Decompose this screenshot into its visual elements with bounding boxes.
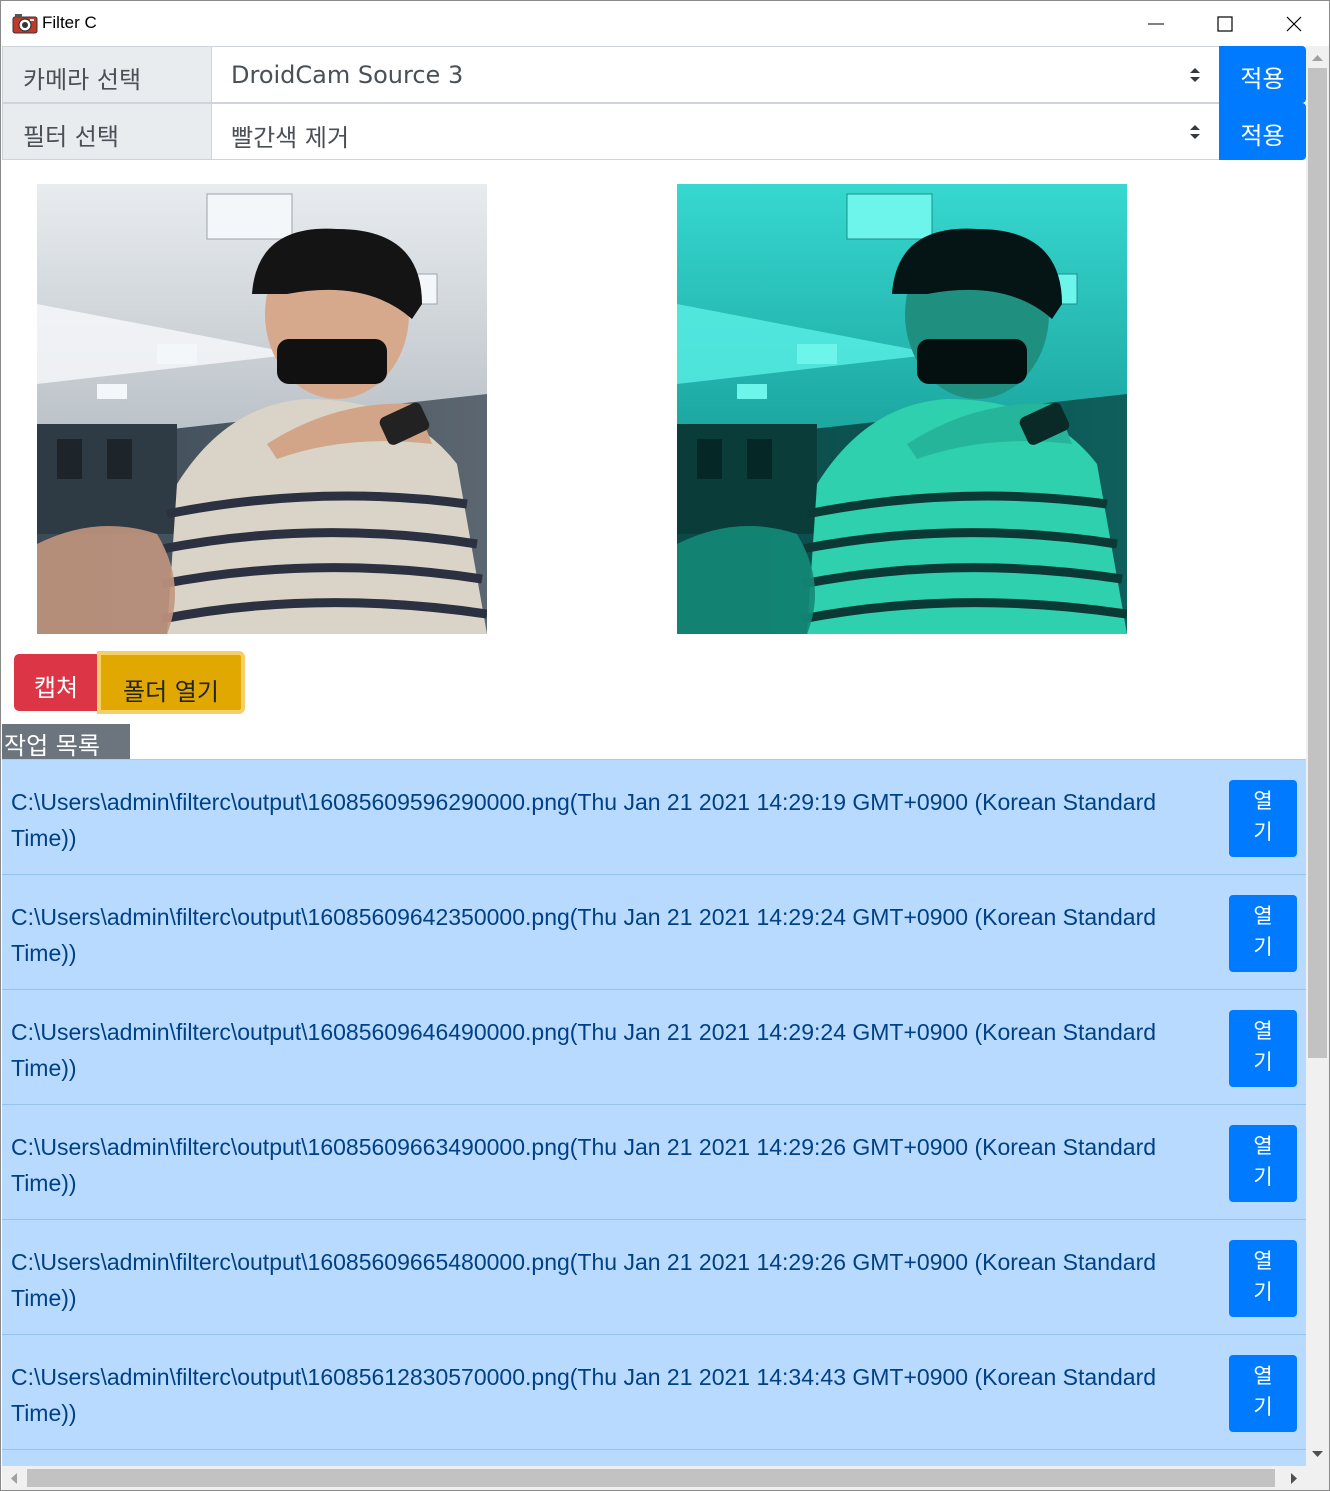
camera-select-group: 카메라 선택 DroidCam Source 3 적용 — [2, 46, 1306, 103]
vertical-scrollbar[interactable] — [1306, 46, 1329, 1466]
list-item: C:\Users\admin\filterc\output\1608560966… — [2, 1219, 1306, 1334]
vertical-scroll-thumb[interactable] — [1308, 68, 1327, 1058]
filter-select-group: 필터 선택 빨간색 제거 적용 — [2, 103, 1306, 160]
filter-select-value: 빨간색 제거 — [231, 124, 350, 152]
horizontal-scrollbar[interactable] — [2, 1466, 1306, 1490]
camera-select[interactable]: DroidCam Source 3 — [211, 46, 1220, 103]
filter-select[interactable]: 빨간색 제거 — [211, 103, 1220, 160]
filter-apply-button[interactable]: 적용 — [1219, 103, 1306, 160]
horizontal-scroll-thumb[interactable] — [27, 1469, 1275, 1487]
scroll-down-arrow-icon[interactable] — [1312, 1450, 1323, 1458]
job-item-text: C:\Users\admin\filterc\output\1608560959… — [11, 789, 1157, 851]
job-list: C:\Users\admin\filterc\output\1608560959… — [2, 759, 1306, 1466]
list-item: C:\Users\admin\filterc\output\1608560959… — [2, 759, 1306, 874]
job-item-text: C:\Users\admin\filterc\output\1608560964… — [11, 904, 1157, 966]
camera-select-label: 카메라 선택 — [2, 46, 212, 103]
job-item-text: C:\Users\admin\filterc\output\1608560964… — [11, 1019, 1157, 1081]
job-list-heading: 작업 목록 — [2, 724, 130, 760]
close-icon — [1286, 16, 1302, 32]
filtered-preview-image — [677, 184, 1127, 634]
list-item: C:\Users\admin\filterc\output\1608560964… — [2, 989, 1306, 1104]
minimize-icon — [1148, 23, 1164, 25]
job-item-text: C:\Users\admin\filterc\output\1608560966… — [11, 1249, 1157, 1311]
camera-select-value: DroidCam Source 3 — [231, 61, 464, 89]
maximize-icon — [1217, 16, 1233, 32]
title-bar[interactable]: Filter C — [1, 1, 1329, 46]
scroll-left-arrow-icon[interactable] — [10, 1473, 18, 1484]
select-updown-icon — [1190, 125, 1200, 139]
select-updown-icon — [1190, 68, 1200, 82]
job-item-text: C:\Users\admin\filterc\output\1608561283… — [11, 1364, 1157, 1426]
filter-select-label: 필터 선택 — [2, 103, 212, 160]
open-file-button[interactable]: 열기 — [1229, 1125, 1297, 1202]
scroll-up-arrow-icon[interactable] — [1312, 54, 1323, 62]
camera-icon — [12, 14, 38, 34]
job-item-text: C:\Users\admin\filterc\output\1608560966… — [11, 1134, 1157, 1196]
list-item: C:\Users\admin\filterc\output\1608560964… — [2, 874, 1306, 989]
scroll-right-arrow-icon[interactable] — [1290, 1473, 1298, 1484]
app-window: Filter C 카메라 선택 DroidCam Source 3 적용 필터 … — [0, 0, 1330, 1491]
list-item: C:\Users\admin\filterc\output\1608560966… — [2, 1104, 1306, 1219]
close-button[interactable] — [1259, 1, 1329, 46]
open-file-button[interactable]: 열기 — [1229, 1010, 1297, 1087]
open-file-button[interactable]: 열기 — [1229, 1355, 1297, 1432]
main-content: 카메라 선택 DroidCam Source 3 적용 필터 선택 빨간색 제거… — [2, 46, 1306, 1466]
window-title: Filter C — [42, 13, 97, 32]
list-item: C:\Users\admin\filterc\output\1608561283… — [2, 1334, 1306, 1449]
open-file-button[interactable]: 열기 — [1229, 1240, 1297, 1317]
open-folder-button[interactable]: 폴더 열기 — [97, 651, 245, 714]
camera-apply-button[interactable]: 적용 — [1219, 46, 1306, 103]
open-file-button[interactable]: 열기 — [1229, 895, 1297, 972]
maximize-button[interactable] — [1190, 1, 1260, 46]
capture-button[interactable]: 캡쳐 — [14, 654, 98, 711]
scrollbar-corner — [1306, 1466, 1329, 1490]
minimize-button[interactable] — [1121, 1, 1191, 46]
camera-preview-image — [37, 184, 487, 634]
open-file-button[interactable]: 열기 — [1229, 780, 1297, 857]
list-item-partial — [2, 1449, 1306, 1466]
